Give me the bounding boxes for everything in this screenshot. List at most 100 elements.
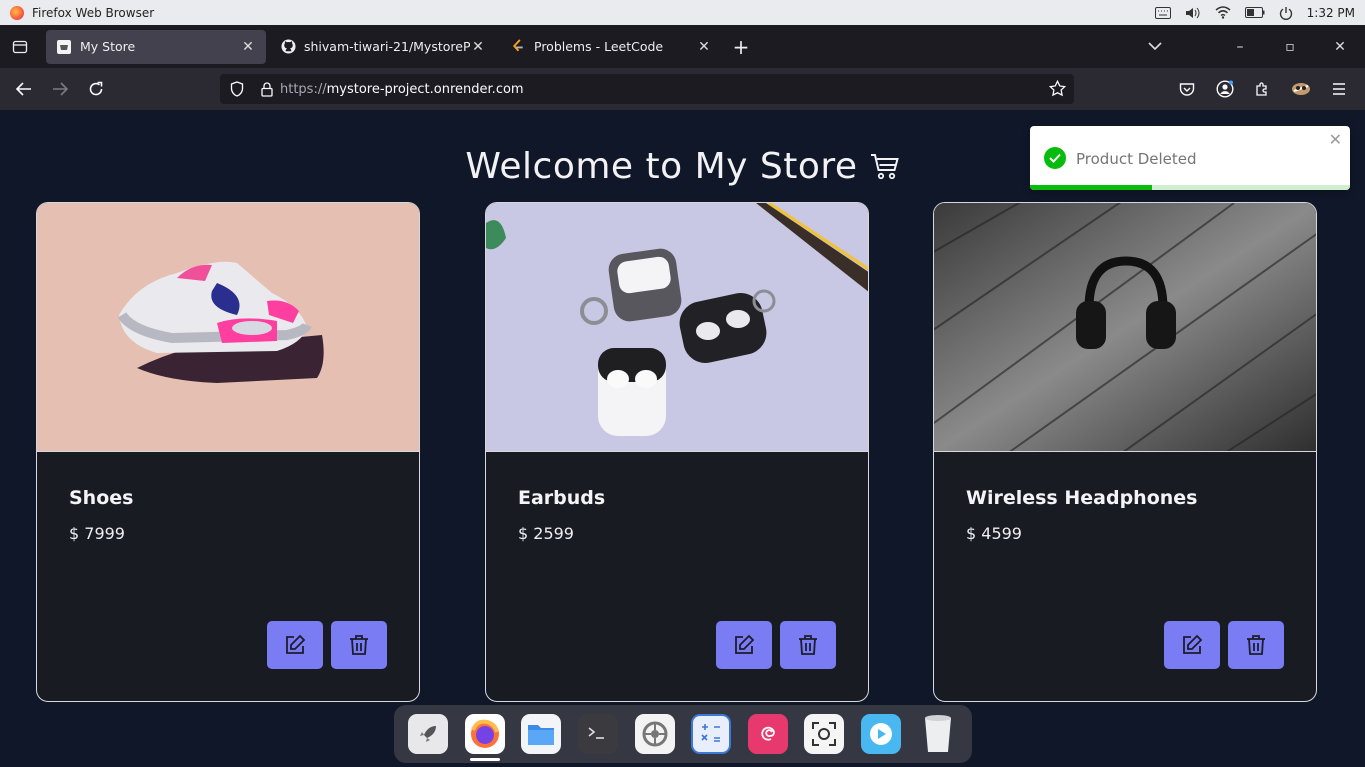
back-arrow-icon: [16, 82, 31, 96]
firefox-view-icon: [12, 40, 28, 53]
list-all-tabs-icon[interactable]: [1130, 39, 1180, 55]
app-menu-button[interactable]: [1321, 73, 1357, 105]
toast-message: Product Deleted: [1076, 150, 1197, 168]
extension-icon: [1292, 83, 1310, 95]
tab-leetcode[interactable]: Problems - LeetCode ✕: [500, 30, 722, 64]
dock: [394, 705, 972, 763]
power-icon[interactable]: [1279, 6, 1293, 20]
product-price: $ 7999: [69, 524, 125, 543]
close-tab-icon[interactable]: ✕: [240, 39, 256, 55]
screenshot-icon[interactable]: [796, 705, 853, 763]
page-title: Welcome to My Store: [465, 146, 858, 187]
cart-icon: [870, 153, 899, 179]
new-tab-button[interactable]: +: [726, 35, 756, 59]
pocket-button[interactable]: [1169, 73, 1205, 105]
puzzle-icon: [1256, 82, 1267, 96]
close-tab-icon[interactable]: ✕: [696, 39, 712, 55]
edit-button[interactable]: [716, 621, 772, 669]
trash-icon: [350, 635, 368, 655]
extension-button[interactable]: [1283, 73, 1319, 105]
terminal-icon[interactable]: [570, 705, 627, 763]
firefox-small-icon: [10, 5, 24, 20]
tab-label: My Store: [80, 39, 136, 54]
success-check-icon: [1044, 147, 1066, 169]
delete-button[interactable]: [780, 621, 836, 669]
battery-icon[interactable]: [1244, 7, 1265, 18]
close-window-icon[interactable]: ✕: [1315, 39, 1365, 55]
toast-notification[interactable]: Product Deleted ✕: [1030, 126, 1350, 190]
toolbar-right: [1169, 68, 1357, 110]
calculator-icon[interactable]: [683, 705, 740, 763]
product-price: $ 2599: [518, 524, 574, 543]
product-image-headphones: [934, 203, 1316, 452]
system-tray: 1:32 PM: [1154, 6, 1355, 20]
edit-icon: [1183, 634, 1203, 654]
edit-button[interactable]: [1164, 621, 1220, 669]
card-actions: [267, 621, 387, 669]
trash-icon[interactable]: [909, 705, 966, 763]
forward-button[interactable]: [42, 73, 78, 105]
forward-arrow-icon: [53, 82, 68, 96]
delete-button[interactable]: [1228, 621, 1284, 669]
firefox-icon[interactable]: [457, 705, 514, 763]
reload-icon: [89, 81, 103, 96]
files-icon[interactable]: [513, 705, 570, 763]
launcher-icon[interactable]: [400, 705, 457, 763]
toast-close-icon[interactable]: ✕: [1329, 130, 1342, 149]
product-card: Earbuds $ 2599: [485, 202, 869, 702]
tab-my-store[interactable]: My Store ✕: [46, 29, 266, 64]
delete-button[interactable]: [331, 621, 387, 669]
os-top-bar: Firefox Web Browser 1:32 PM: [0, 0, 1365, 25]
url-bar[interactable]: https://mystore-project.onrender.com: [220, 74, 1074, 104]
volume-icon[interactable]: [1185, 6, 1201, 20]
minimize-icon[interactable]: –: [1215, 39, 1265, 55]
product-card: Shoes $ 7999: [36, 202, 420, 702]
tab-label: shivam-tiwari-21/MystoreProj: [304, 39, 470, 54]
product-image-shoes: [37, 203, 419, 452]
card-actions: [1164, 621, 1284, 669]
clock[interactable]: 1:32 PM: [1307, 6, 1355, 20]
close-tab-icon[interactable]: ✕: [470, 39, 486, 55]
trash-icon: [1247, 635, 1265, 655]
wifi-icon[interactable]: [1215, 6, 1231, 19]
my-store-favicon: [56, 39, 72, 55]
product-price: $ 4599: [966, 524, 1022, 543]
firefox-view-button[interactable]: [0, 25, 40, 68]
card-actions: [716, 621, 836, 669]
pocket-icon: [1179, 82, 1195, 96]
product-image-earbuds: [486, 203, 868, 452]
leetcode-icon: [510, 39, 526, 55]
tab-github[interactable]: shivam-tiwari-21/MystoreProj ✕: [270, 30, 496, 64]
url-scheme: https://: [280, 81, 327, 97]
keyboard-icon[interactable]: [1154, 6, 1171, 19]
extensions-button[interactable]: [1245, 73, 1281, 105]
settings-icon[interactable]: [626, 705, 683, 763]
github-icon: [280, 39, 296, 55]
account-icon: [1216, 80, 1234, 98]
shield-icon[interactable]: [220, 81, 254, 97]
hamburger-icon: [1333, 83, 1345, 95]
bookmark-star-icon[interactable]: [1048, 79, 1067, 101]
url-host: mystore-project.onrender.com: [326, 81, 524, 97]
edit-button[interactable]: [267, 621, 323, 669]
tab-strip: My Store ✕ shivam-tiwari-21/MystoreProj …: [0, 25, 1365, 68]
debian-icon[interactable]: [740, 705, 797, 763]
tab-label: Problems - LeetCode: [534, 39, 664, 54]
page-content: Welcome to My Store Shoes $ 7999 Earbuds…: [0, 110, 1365, 767]
lock-icon[interactable]: [254, 81, 280, 97]
trash-icon: [799, 635, 817, 655]
window-controls: – ▫ ✕: [1130, 25, 1365, 68]
edit-icon: [286, 634, 306, 654]
reload-button[interactable]: [78, 73, 114, 105]
restore-icon[interactable]: ▫: [1265, 39, 1315, 55]
product-name: Wireless Headphones: [966, 487, 1198, 509]
product-card: Wireless Headphones $ 4599: [933, 202, 1317, 702]
product-name: Earbuds: [518, 487, 606, 509]
media-player-icon[interactable]: [853, 705, 910, 763]
os-app-title: Firefox Web Browser: [32, 5, 155, 20]
account-button[interactable]: [1207, 73, 1243, 105]
edit-icon: [735, 634, 755, 654]
product-name: Shoes: [69, 487, 134, 509]
back-button[interactable]: [6, 73, 42, 105]
toast-progress-bar: [1030, 185, 1152, 190]
